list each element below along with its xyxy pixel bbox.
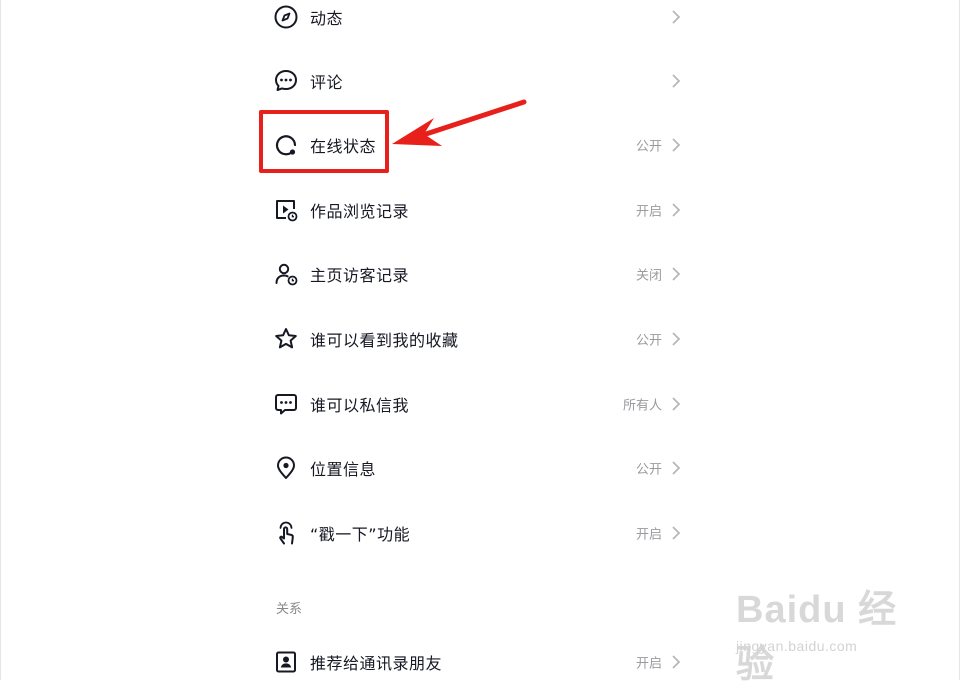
settings-row-value: 公开 — [635, 139, 662, 155]
settings-row-value: 所有人 — [622, 398, 662, 414]
chevron-right-icon — [672, 74, 681, 88]
chevron-right-icon — [672, 203, 681, 217]
settings-row-value: 开启 — [635, 527, 662, 543]
contacts-card-icon — [272, 648, 300, 676]
watermark-logo: Baidu 经验 — [736, 589, 898, 686]
settings-row-value: 公开 — [635, 333, 662, 349]
frame-edge-left — [0, 0, 1, 680]
chevron-right-icon — [672, 138, 681, 152]
chevron-right-icon — [672, 332, 681, 346]
annotation-arrow-icon — [392, 99, 527, 146]
settings-row-video-view-history[interactable]: 作品浏览记录 开启 — [262, 185, 690, 235]
section-header-relations: 关系 — [276, 602, 303, 617]
settings-row-label: 评论 — [310, 73, 344, 92]
chevron-right-icon — [672, 655, 681, 669]
settings-row-value: 关闭 — [635, 268, 662, 284]
tap-finger-icon — [272, 519, 300, 547]
location-pin-icon — [272, 454, 300, 482]
settings-row-label: 作品浏览记录 — [310, 202, 410, 221]
settings-row-label: 位置信息 — [310, 460, 377, 479]
settings-row-location[interactable]: 位置信息 公开 — [262, 443, 690, 493]
settings-row-label: 动态 — [310, 9, 344, 28]
settings-row-profile-visitors[interactable]: 主页访客记录 关闭 — [262, 249, 690, 299]
chevron-right-icon — [672, 267, 681, 281]
settings-row-label: 推荐给通讯录朋友 — [310, 654, 443, 673]
settings-row-label: 主页访客记录 — [310, 266, 410, 285]
settings-row-direct-message[interactable]: 谁可以私信我 所有人 — [262, 379, 690, 429]
watermark-url: jingyan.baidu.com — [736, 638, 858, 654]
chevron-right-icon — [672, 10, 681, 24]
chevron-right-icon — [672, 397, 681, 411]
visitor-history-icon — [272, 260, 300, 288]
settings-row-value: 开启 — [635, 204, 662, 220]
chevron-right-icon — [672, 526, 681, 540]
star-icon — [272, 325, 300, 353]
compass-icon — [272, 3, 300, 31]
settings-row-poke[interactable]: “戳一下”功能 开启 — [262, 508, 690, 558]
settings-row-value: 开启 — [635, 656, 662, 672]
settings-row-favorites-visibility[interactable]: 谁可以看到我的收藏 公开 — [262, 314, 690, 364]
settings-row-label: “戳一下”功能 — [310, 525, 411, 544]
settings-row-label: 谁可以看到我的收藏 — [310, 331, 459, 350]
baidu-jingyan-watermark: Baidu 经验 jingyan.baidu.com — [736, 578, 916, 686]
comment-bubble-icon — [272, 67, 300, 95]
message-icon — [272, 390, 300, 418]
chevron-right-icon — [672, 461, 681, 475]
settings-row-moments[interactable]: 动态 — [262, 0, 690, 42]
highlight-box — [259, 110, 389, 173]
video-history-icon — [272, 196, 300, 224]
settings-row-label: 谁可以私信我 — [310, 396, 410, 415]
settings-row-value: 公开 — [635, 462, 662, 478]
